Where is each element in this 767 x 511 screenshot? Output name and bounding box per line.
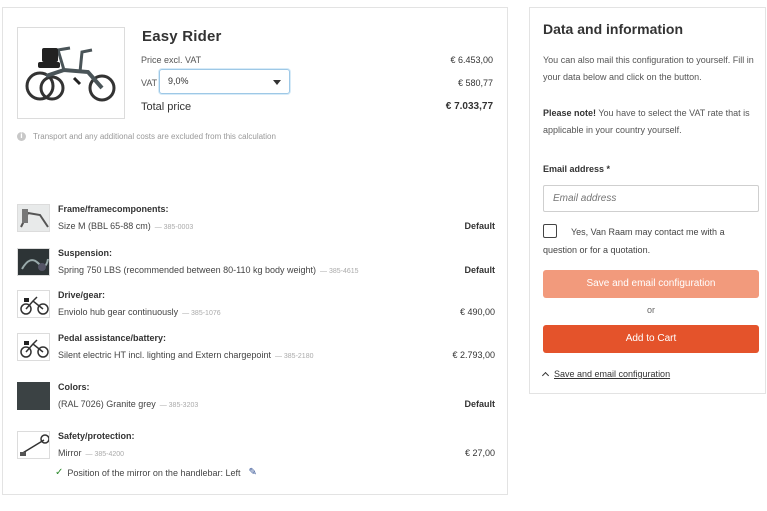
component-description: Size M (BBL 65-88 cm) — 385-0003 (58, 221, 194, 231)
component-description: (RAL 7026) Granite grey — 385-3203 (58, 399, 199, 409)
vat-note: Please note! You have to select the VAT … (543, 105, 761, 139)
tricycle-image (25, 46, 116, 102)
component-category: Safety/protection: (58, 431, 135, 441)
component-description: Enviolo hub gear continuously — 385-1076 (58, 307, 221, 317)
panel-title: Data and information (543, 21, 684, 37)
chevron-up-icon (541, 371, 550, 379)
component-thumbnail (17, 333, 50, 361)
product-title: Easy Rider (142, 28, 222, 45)
component-price: Default (464, 265, 495, 275)
component-price: Default (464, 221, 495, 231)
consent-checkbox[interactable] (543, 224, 557, 238)
component-price: € 27,00 (464, 448, 495, 458)
costs-notice: i Transport and any additional costs are… (17, 132, 276, 141)
total-price-value: € 7.033,77 (445, 101, 493, 112)
costs-notice-text: Transport and any additional costs are e… (33, 132, 276, 141)
save-email-link[interactable]: Save and email configuration (541, 369, 671, 379)
configuration-summary: Easy Rider Price excl. VAT € 6.453,00 VA… (2, 7, 508, 495)
mirror-position-note: ✓ Position of the mirror on the handleba… (55, 467, 257, 478)
component-price: € 490,00 (459, 307, 495, 317)
component-category: Colors: (58, 382, 90, 392)
vat-label: VAT (141, 78, 158, 88)
component-description: Mirror — 385-4200 (58, 448, 125, 458)
component-code: — 385-0003 (154, 224, 194, 231)
vat-value: € 580,77 (457, 78, 493, 88)
component-category: Pedal assistance/battery: (58, 333, 167, 343)
pencil-icon[interactable]: ✎ (249, 467, 257, 478)
price-excl-vat-row: Price excl. VAT € 6.453,00 (141, 55, 493, 65)
price-excl-vat-value: € 6.453,00 (450, 55, 493, 65)
save-email-button[interactable]: Save and email configuration (543, 270, 759, 298)
price-excl-vat-label: Price excl. VAT (141, 55, 202, 65)
mirror-position-text: Position of the mirror on the handlebar:… (67, 467, 241, 478)
product-image (17, 27, 125, 119)
component-description: Spring 750 LBS (recommended between 80-1… (58, 265, 359, 275)
component-code: — 385-3203 (159, 402, 199, 409)
color-swatch (17, 382, 50, 410)
component-code: — 385-4615 (320, 268, 359, 275)
component-category: Frame/framecomponents: (58, 204, 169, 214)
component-code: — 385-1076 (182, 310, 221, 317)
component-thumbnail (17, 248, 50, 276)
email-label: Email address * (543, 164, 611, 174)
chevron-down-icon (273, 80, 281, 85)
total-price-row: Total price € 7.033,77 (141, 101, 493, 113)
component-thumbnail (17, 204, 50, 232)
save-email-link-text: Save and email configuration (554, 369, 671, 379)
component-category: Drive/gear: (58, 290, 106, 300)
component-description: Silent electric HT incl. lighting and Ex… (58, 350, 314, 360)
vat-rate-selected: 9,0% (168, 76, 189, 86)
component-thumbnail (17, 431, 50, 459)
component-category: Suspension: (58, 248, 113, 258)
info-icon: i (17, 132, 26, 141)
add-to-cart-button[interactable]: Add to Cart (543, 325, 759, 353)
component-code: — 385-2180 (274, 353, 314, 360)
total-price-label: Total price (141, 101, 192, 113)
or-divider: or (646, 305, 655, 315)
component-price: € 2.793,00 (452, 350, 495, 360)
panel-intro: You can also mail this configuration to … (543, 55, 754, 82)
consent-text: Yes, Van Raam may contact me with a ques… (543, 227, 725, 255)
check-icon: ✓ (55, 467, 64, 478)
component-code: — 385-4200 (85, 451, 125, 458)
component-thumbnail (17, 290, 50, 318)
vat-note-bold: Please note! (543, 108, 597, 118)
vat-rate-select[interactable]: 9,0% (159, 69, 290, 94)
component-price: Default (464, 399, 495, 409)
data-information-panel: Data and information You can also mail t… (529, 7, 766, 394)
email-input[interactable] (543, 185, 759, 212)
